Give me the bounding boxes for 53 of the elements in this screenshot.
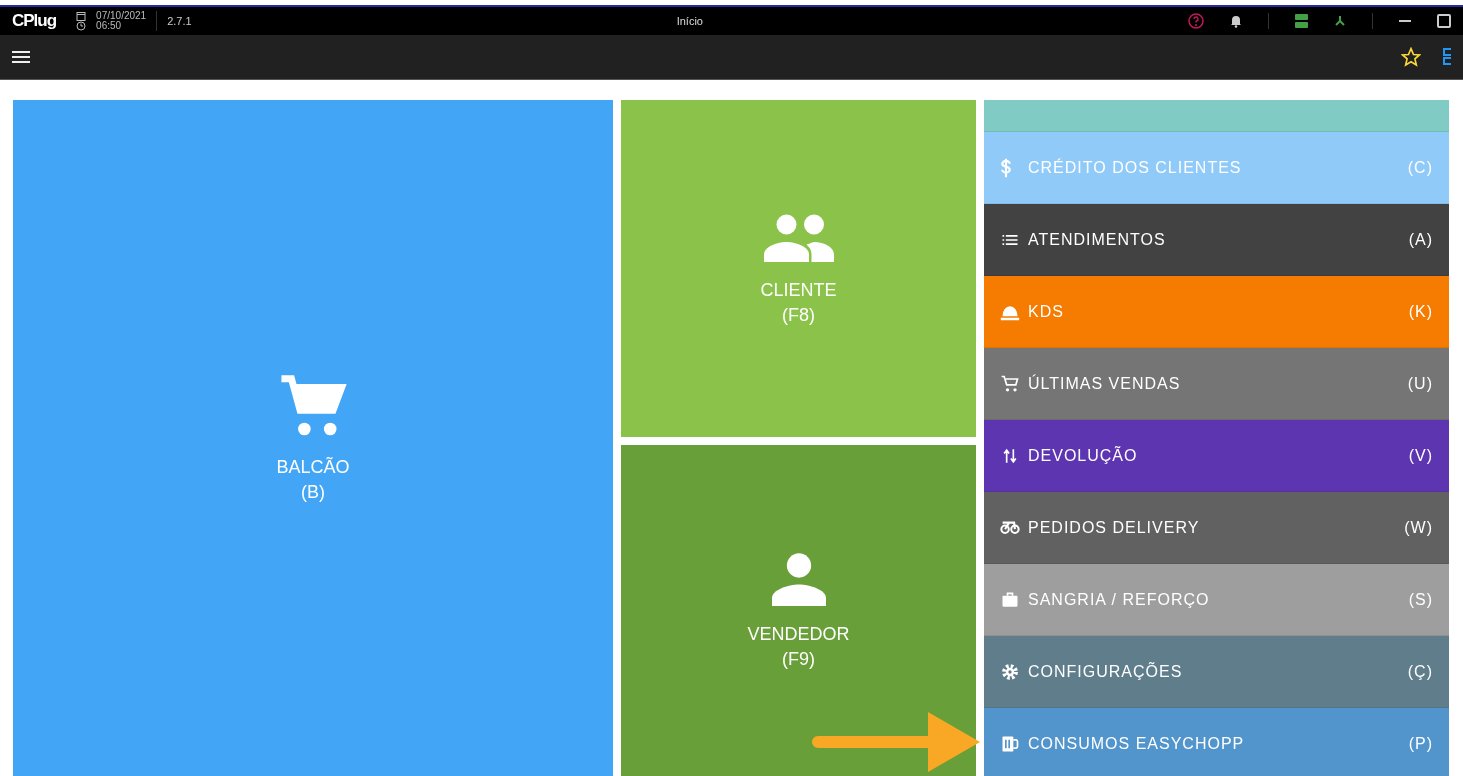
menu-item[interactable]: CRÉDITO DOS CLIENTES (C) (984, 132, 1449, 204)
settings-icon (1000, 661, 1020, 682)
menu-item-label: CRÉDITO DOS CLIENTES (1028, 158, 1243, 177)
menu-icon[interactable] (12, 50, 30, 64)
menu-item-shortcut: (S) (1408, 590, 1433, 609)
menu-item[interactable]: CONSUMOS EASYCHOPP (P) (984, 708, 1449, 776)
menu-item-shortcut: (C) (1407, 158, 1433, 177)
menu-item-label: DEVOLUÇÃO (1028, 446, 1139, 465)
tile-shortcut: (F8) (782, 304, 815, 326)
menu-tile[interactable]: VENDEDOR (F9) (621, 445, 976, 776)
window-title: Início (675, 15, 704, 27)
menu-tile[interactable]: CLIENTE (F8) (621, 100, 976, 437)
menu-item-label: PEDIDOS DELIVERY (1028, 518, 1201, 537)
menu-item[interactable]: ÚLTIMAS VENDAS (U) (984, 348, 1449, 420)
menu-item-label: ATENDIMENTOS (1028, 230, 1167, 249)
motorcycle-icon (1000, 520, 1020, 535)
star-icon[interactable] (1401, 47, 1421, 67)
menu-item[interactable]: KDS (K) (984, 276, 1449, 348)
cart-icon (1000, 373, 1020, 394)
person-icon (771, 551, 826, 606)
menu-item[interactable]: DEVOLUÇÃO (V) (984, 420, 1449, 492)
date-text: 07/10/2021 (96, 11, 147, 21)
maximize-icon[interactable] (1437, 14, 1451, 28)
menu-item[interactable]: SANGRIA / REFORÇO (S) (984, 564, 1449, 636)
menu-item-label: CONFIGURAÇÕES (1028, 662, 1184, 681)
time-text: 06:50 (96, 21, 123, 31)
dollar-icon (1000, 157, 1012, 178)
menu-tile[interactable]: BALCÃO (B) (13, 100, 613, 776)
tile-label: BALCÃO (276, 457, 350, 478)
menu-item-shortcut: (Ç) (1407, 662, 1433, 681)
version-text: 2.7.1 (167, 15, 192, 27)
menu-item-shortcut: (U) (1407, 374, 1433, 393)
menu-item-label: CONSUMOS EASYCHOPP (1028, 734, 1246, 753)
menu-item[interactable]: CONFIGURAÇÕES (Ç) (984, 636, 1449, 708)
server-icon[interactable] (1295, 14, 1308, 28)
network-icon[interactable] (1334, 15, 1346, 27)
menu-item-label: ÚLTIMAS VENDAS (1028, 374, 1182, 393)
bell-icon[interactable] (1230, 14, 1242, 28)
menu-item-shortcut: (P) (1408, 734, 1433, 753)
app-logo: CPlug (12, 11, 57, 31)
menu-item-shortcut: (W) (1404, 518, 1433, 537)
tile-label: CLIENTE (760, 279, 837, 301)
menu-item-label: SANGRIA / REFORÇO (1028, 590, 1211, 609)
tile-label: VENDEDOR (747, 623, 850, 645)
menu-item-shortcut: (V) (1408, 446, 1433, 465)
tile-shortcut: (B) (301, 482, 325, 503)
menu-item-shortcut: (A) (1408, 230, 1433, 249)
tile-shortcut: (F9) (782, 648, 815, 670)
help-icon[interactable] (1188, 13, 1204, 29)
menu-item[interactable]: ATENDIMENTOS (A) (984, 204, 1449, 276)
menu-item[interactable]: PEDIDOS DELIVERY (W) (984, 492, 1449, 564)
menu-item-label: KDS (1028, 302, 1065, 321)
menu-item-shortcut: (K) (1408, 302, 1433, 321)
